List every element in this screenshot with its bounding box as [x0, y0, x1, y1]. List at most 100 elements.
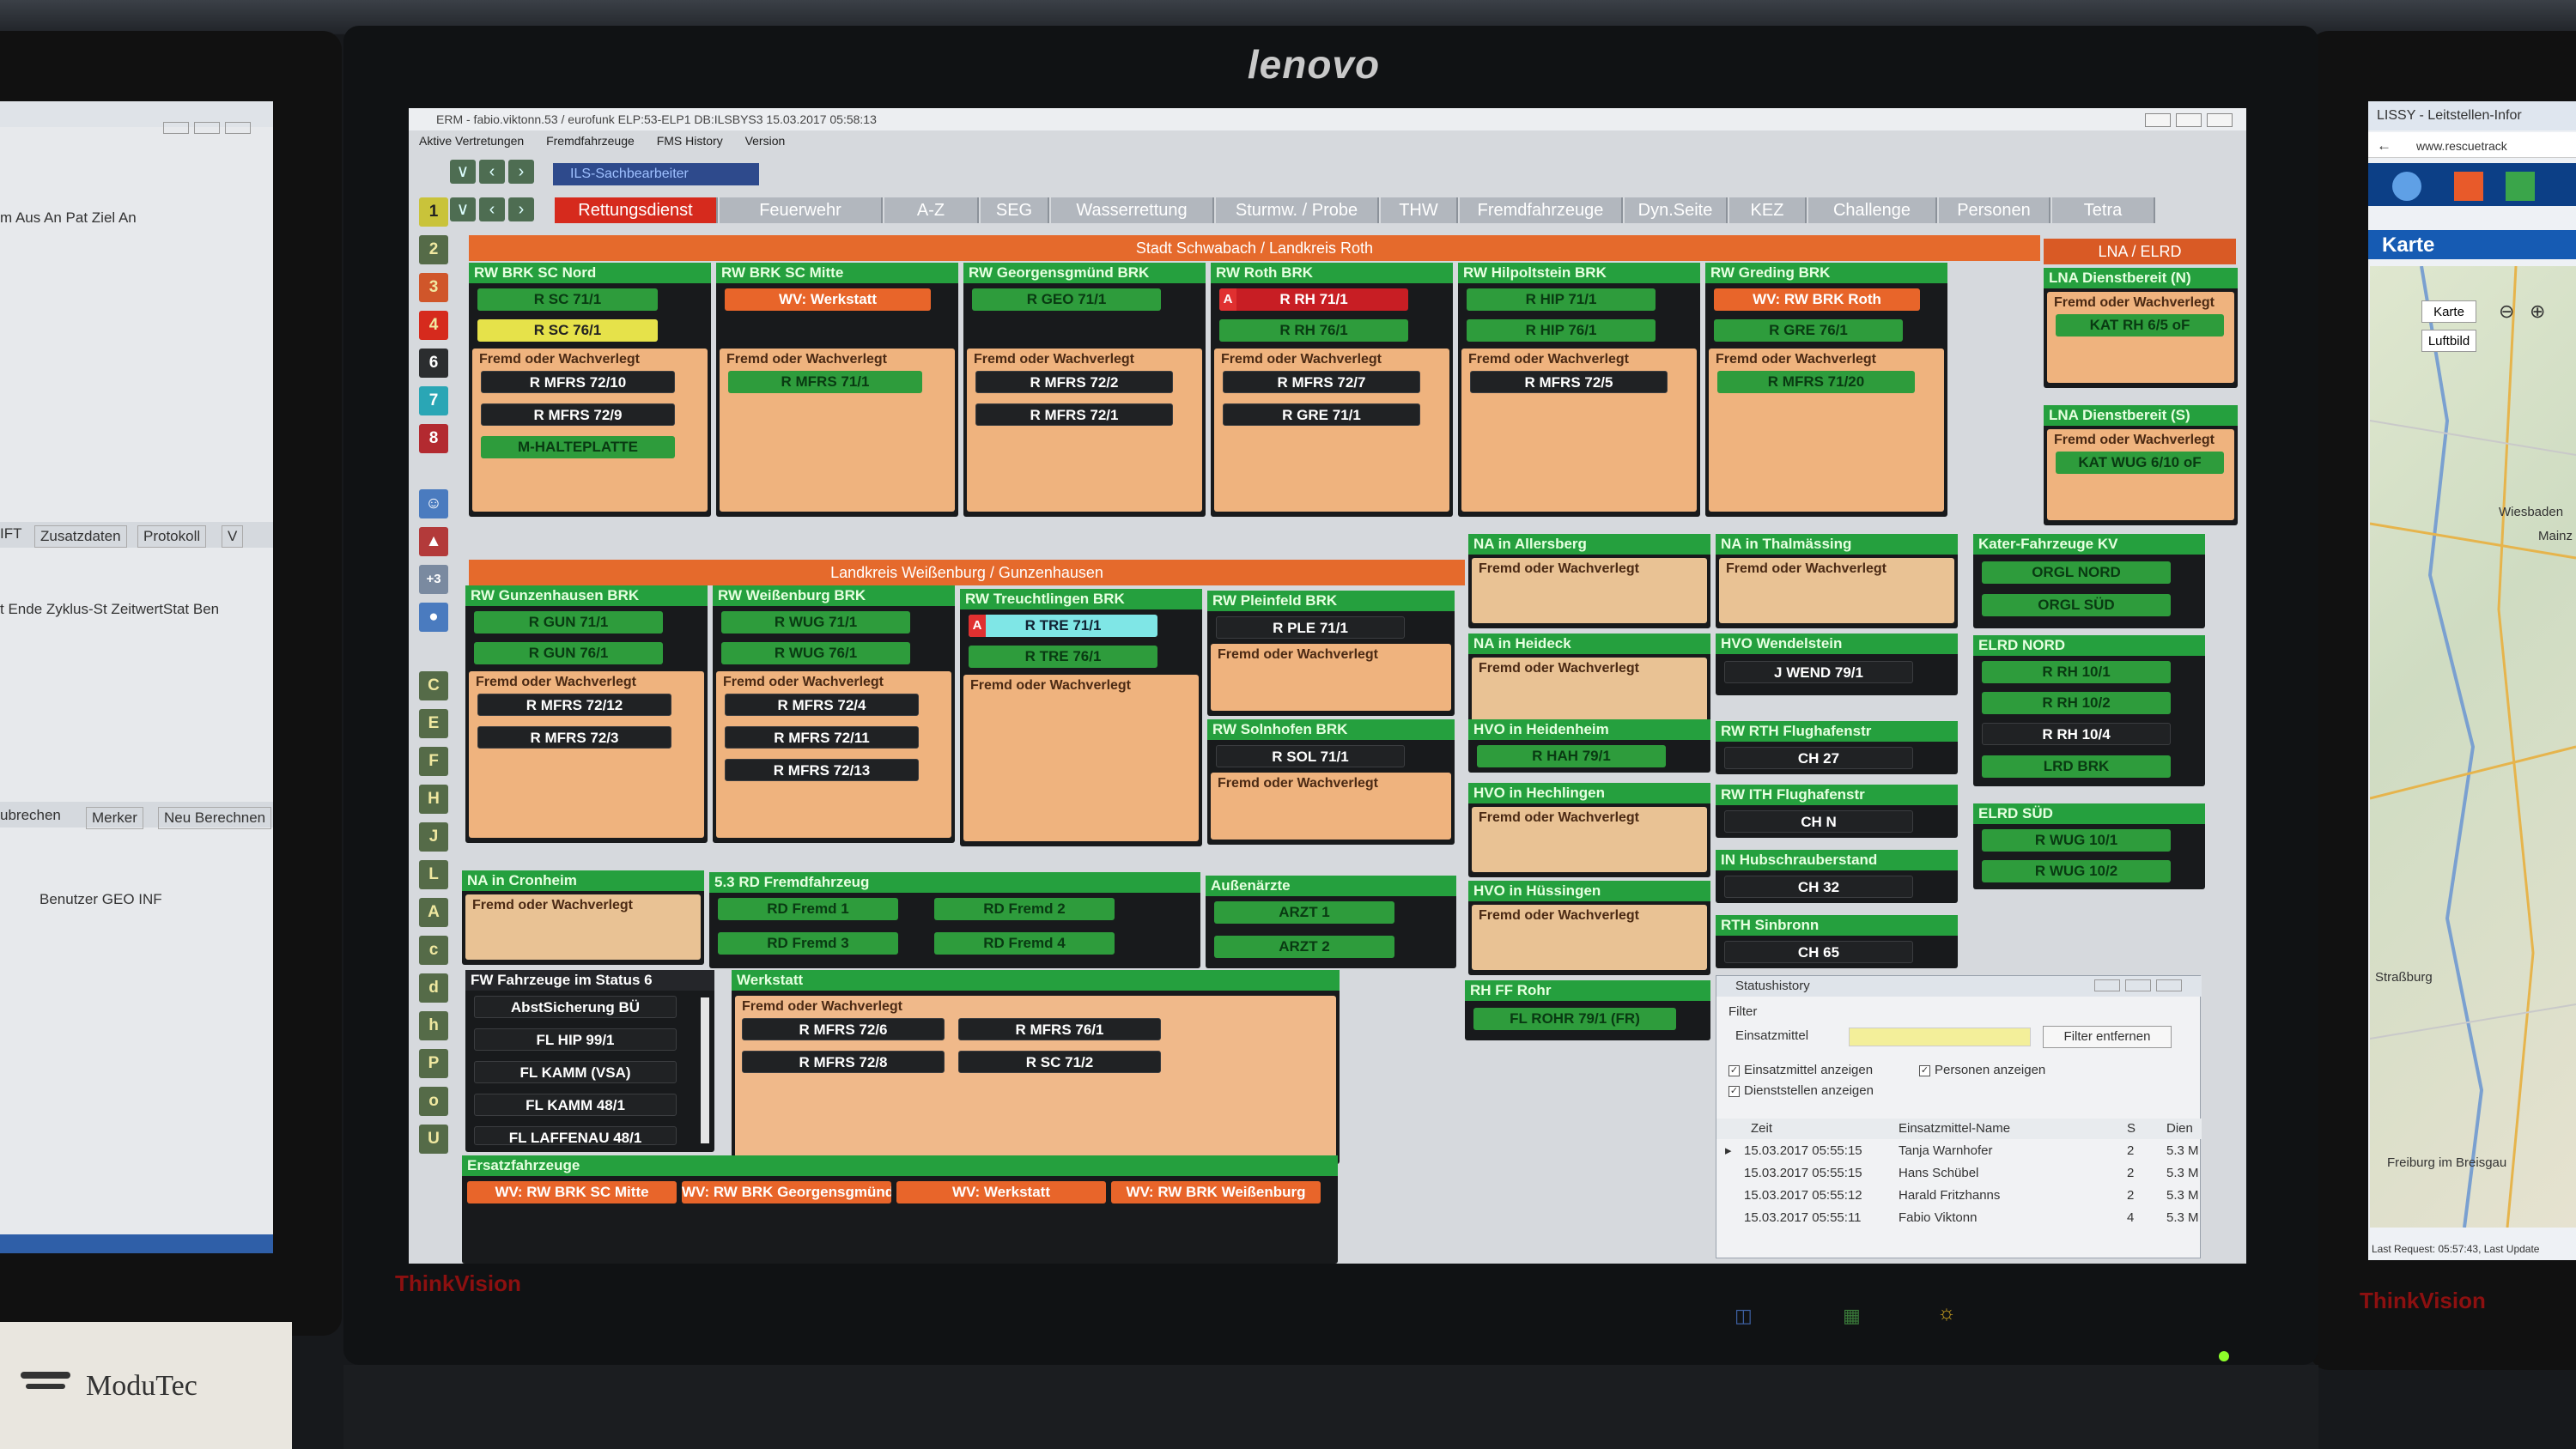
left-btn-protokoll[interactable]: Protokoll — [137, 525, 207, 548]
maximize-icon[interactable] — [2176, 113, 2202, 127]
vehicle-chip[interactable]: R MFRS 71/20 — [1717, 371, 1915, 393]
tab-challenge[interactable]: Challenge — [1808, 197, 1937, 223]
vehicle-chip[interactable]: R WUG 76/1 — [721, 642, 910, 664]
vehicle-chip[interactable]: ARZT 2 — [1214, 936, 1394, 958]
cb-personen[interactable]: ✓ Personen anzeigen — [1919, 1060, 2045, 1081]
vehicle-chip[interactable]: FL KAMM 48/1 — [474, 1094, 677, 1116]
checkbox-checked-icon[interactable]: ✓ — [1919, 1064, 1930, 1076]
vehicle-chip[interactable]: R RH 76/1 — [1219, 319, 1408, 342]
popup-minimize-icon[interactable] — [2094, 979, 2120, 991]
vehicle-chip[interactable]: R SC 76/1 — [477, 319, 658, 342]
scrollbar[interactable] — [701, 997, 709, 1143]
page-6-button[interactable]: 6 — [419, 349, 448, 378]
tab-thw[interactable]: THW — [1381, 197, 1458, 223]
left-btn-ift[interactable]: IFT — [0, 525, 22, 543]
table-row[interactable]: ▸ 15.03.2017 05:55:15 Tanja Warnhofer 2 … — [1716, 1141, 2202, 1161]
vehicle-chip[interactable]: R MFRS 72/10 — [481, 371, 675, 393]
vehicle-chip[interactable]: R MFRS 72/11 — [725, 726, 919, 749]
vehicle-chip[interactable]: R RH 10/2 — [1982, 692, 2171, 714]
vehicle-chip[interactable]: R MFRS 76/1 — [958, 1018, 1161, 1040]
vehicle-chip[interactable]: RD Fremd 1 — [718, 898, 898, 920]
vehicle-chip[interactable]: R HAH 79/1 — [1477, 745, 1666, 767]
vehicle-chip[interactable]: KAT RH 6/5 oF — [2056, 314, 2224, 336]
left-btn-zusatzdaten[interactable]: Zusatzdaten — [34, 525, 127, 548]
vehicle-chip[interactable]: WV: Werkstatt — [725, 288, 931, 311]
tab-a-z[interactable]: A-Z — [884, 197, 979, 223]
vehicle-chip[interactable]: WV: RW BRK SC Mitte — [467, 1181, 677, 1203]
tab-wasserrettung[interactable]: Wasserrettung — [1051, 197, 1214, 223]
input-icon[interactable]: ◫ — [1735, 1305, 1769, 1331]
cb-dienststellen[interactable]: ✓ Dienststellen anzeigen — [1716, 1081, 2202, 1101]
page-c-lower-button[interactable]: c — [419, 936, 448, 965]
page-d-button[interactable]: d — [419, 973, 448, 1003]
vehicle-chip[interactable]: CH 32 — [1724, 876, 1913, 898]
vehicle-chip[interactable]: R HIP 76/1 — [1467, 319, 1656, 342]
tab-personen[interactable]: Personen — [1939, 197, 2050, 223]
tab-seg[interactable]: SEG — [981, 197, 1049, 223]
vehicle-chip[interactable]: R GUN 76/1 — [474, 642, 663, 664]
vehicle-chip[interactable]: R RH 10/1 — [1982, 661, 2171, 683]
page-2-button[interactable]: 2 — [419, 235, 448, 264]
plus3-icon[interactable]: +3 — [419, 565, 448, 594]
vehicle-icon[interactable]: ▲ — [419, 527, 448, 556]
table-row[interactable]: 15.03.2017 05:55:15 Hans Schübel 2 5.3 M — [1716, 1163, 2202, 1184]
vehicle-chip[interactable]: RD Fremd 3 — [718, 932, 898, 955]
vehicle-chip[interactable]: WV: RW BRK Weißenburg — [1111, 1181, 1321, 1203]
page-f-button[interactable]: F — [419, 747, 448, 776]
map-karte-button[interactable]: Karte — [2421, 300, 2476, 323]
vehicle-chip[interactable]: R GUN 71/1 — [474, 611, 663, 634]
popup-maximize-icon[interactable] — [2125, 979, 2151, 991]
vehicle-chip[interactable]: R MFRS 72/4 — [725, 694, 919, 716]
left-btn-merker[interactable]: Merker — [86, 807, 143, 829]
vehicle-chip[interactable]: KAT WUG 6/10 oF — [2056, 452, 2224, 474]
list-icon[interactable] — [2454, 172, 2483, 201]
vehicle-chip[interactable]: R MFRS 72/5 — [1470, 371, 1668, 393]
back-arrow-icon[interactable]: ← — [2377, 137, 2391, 155]
page-l-button[interactable]: L — [419, 860, 448, 889]
left-btn-neu-berechnen[interactable]: Neu Berechnen — [158, 807, 272, 829]
vehicle-chip[interactable]: CH 27 — [1724, 747, 1913, 769]
vehicle-chip[interactable]: A R TRE 71/1 — [969, 615, 1157, 637]
vehicle-chip[interactable]: J WEND 79/1 — [1724, 661, 1913, 683]
person-icon[interactable]: ☺ — [419, 489, 448, 518]
tab-fremdfahrzeuge[interactable]: Fremdfahrzeuge — [1460, 197, 1623, 223]
vehicle-chip[interactable]: AbstSicherung BÜ — [474, 996, 677, 1018]
vehicle-chip[interactable]: FL LAFFENAU 48/1 — [474, 1126, 677, 1145]
vehicle-chip[interactable]: R WUG 10/1 — [1982, 829, 2171, 852]
vehicle-chip[interactable]: R WUG 10/2 — [1982, 860, 2171, 882]
vehicle-chip[interactable]: R TRE 76/1 — [969, 646, 1157, 668]
vehicle-chip[interactable]: R MFRS 72/13 — [725, 759, 919, 781]
page-8-button[interactable]: 8 — [419, 424, 448, 453]
map-luftbild-button[interactable]: Luftbild — [2421, 330, 2476, 352]
vehicle-chip[interactable]: R GRE 71/1 — [1223, 403, 1420, 426]
vehicle-chip[interactable]: RD Fremd 4 — [934, 932, 1115, 955]
vehicle-chip[interactable]: R SOL 71/1 — [1216, 745, 1405, 767]
col-zeit[interactable]: Zeit — [1751, 1119, 1772, 1139]
col-s[interactable]: S — [2127, 1119, 2136, 1139]
vehicle-chip[interactable]: R MFRS 72/8 — [742, 1051, 945, 1073]
left-btn-v[interactable]: V — [222, 525, 244, 548]
vehicle-chip[interactable]: A R RH 71/1 — [1219, 288, 1408, 311]
menu-fms-history[interactable]: FMS History — [657, 134, 723, 148]
forward-icon[interactable]: › — [508, 160, 534, 184]
left-btn-abbrechen[interactable]: ubrechen — [0, 807, 61, 824]
page-h-button[interactable]: H — [419, 785, 448, 814]
close-icon[interactable] — [2207, 113, 2233, 127]
tab-sturmw-probe[interactable]: Sturmw. / Probe — [1216, 197, 1379, 223]
collapse-tabs-icon[interactable]: ∨ — [450, 197, 476, 221]
vehicle-chip[interactable]: R MFRS 72/12 — [477, 694, 671, 716]
menu-fremdfahrzeuge[interactable]: Fremdfahrzeuge — [546, 134, 635, 148]
page-u-button[interactable]: U — [419, 1125, 448, 1154]
table-row[interactable]: 15.03.2017 05:55:12 Harald Fritzhanns 2 … — [1716, 1185, 2202, 1206]
vehicle-chip[interactable]: CH 65 — [1724, 941, 1913, 963]
menu-icon[interactable]: ▦ — [1843, 1305, 1877, 1331]
vehicle-chip[interactable]: R GEO 71/1 — [972, 288, 1161, 311]
checkbox-checked-icon[interactable]: ✓ — [1728, 1064, 1740, 1076]
page-p-button[interactable]: P — [419, 1049, 448, 1078]
minimize-icon[interactable] — [2145, 113, 2171, 127]
page-1-button[interactable]: 1 — [419, 197, 448, 227]
tab-feuerwehr[interactable]: Feuerwehr — [720, 197, 883, 223]
vehicle-chip[interactable]: M-HALTEPLATTE — [481, 436, 675, 458]
tab-dyn-seite[interactable]: Dyn.Seite — [1625, 197, 1728, 223]
table-row[interactable]: 15.03.2017 05:55:11 Fabio Viktonn 4 5.3 … — [1716, 1208, 2202, 1228]
